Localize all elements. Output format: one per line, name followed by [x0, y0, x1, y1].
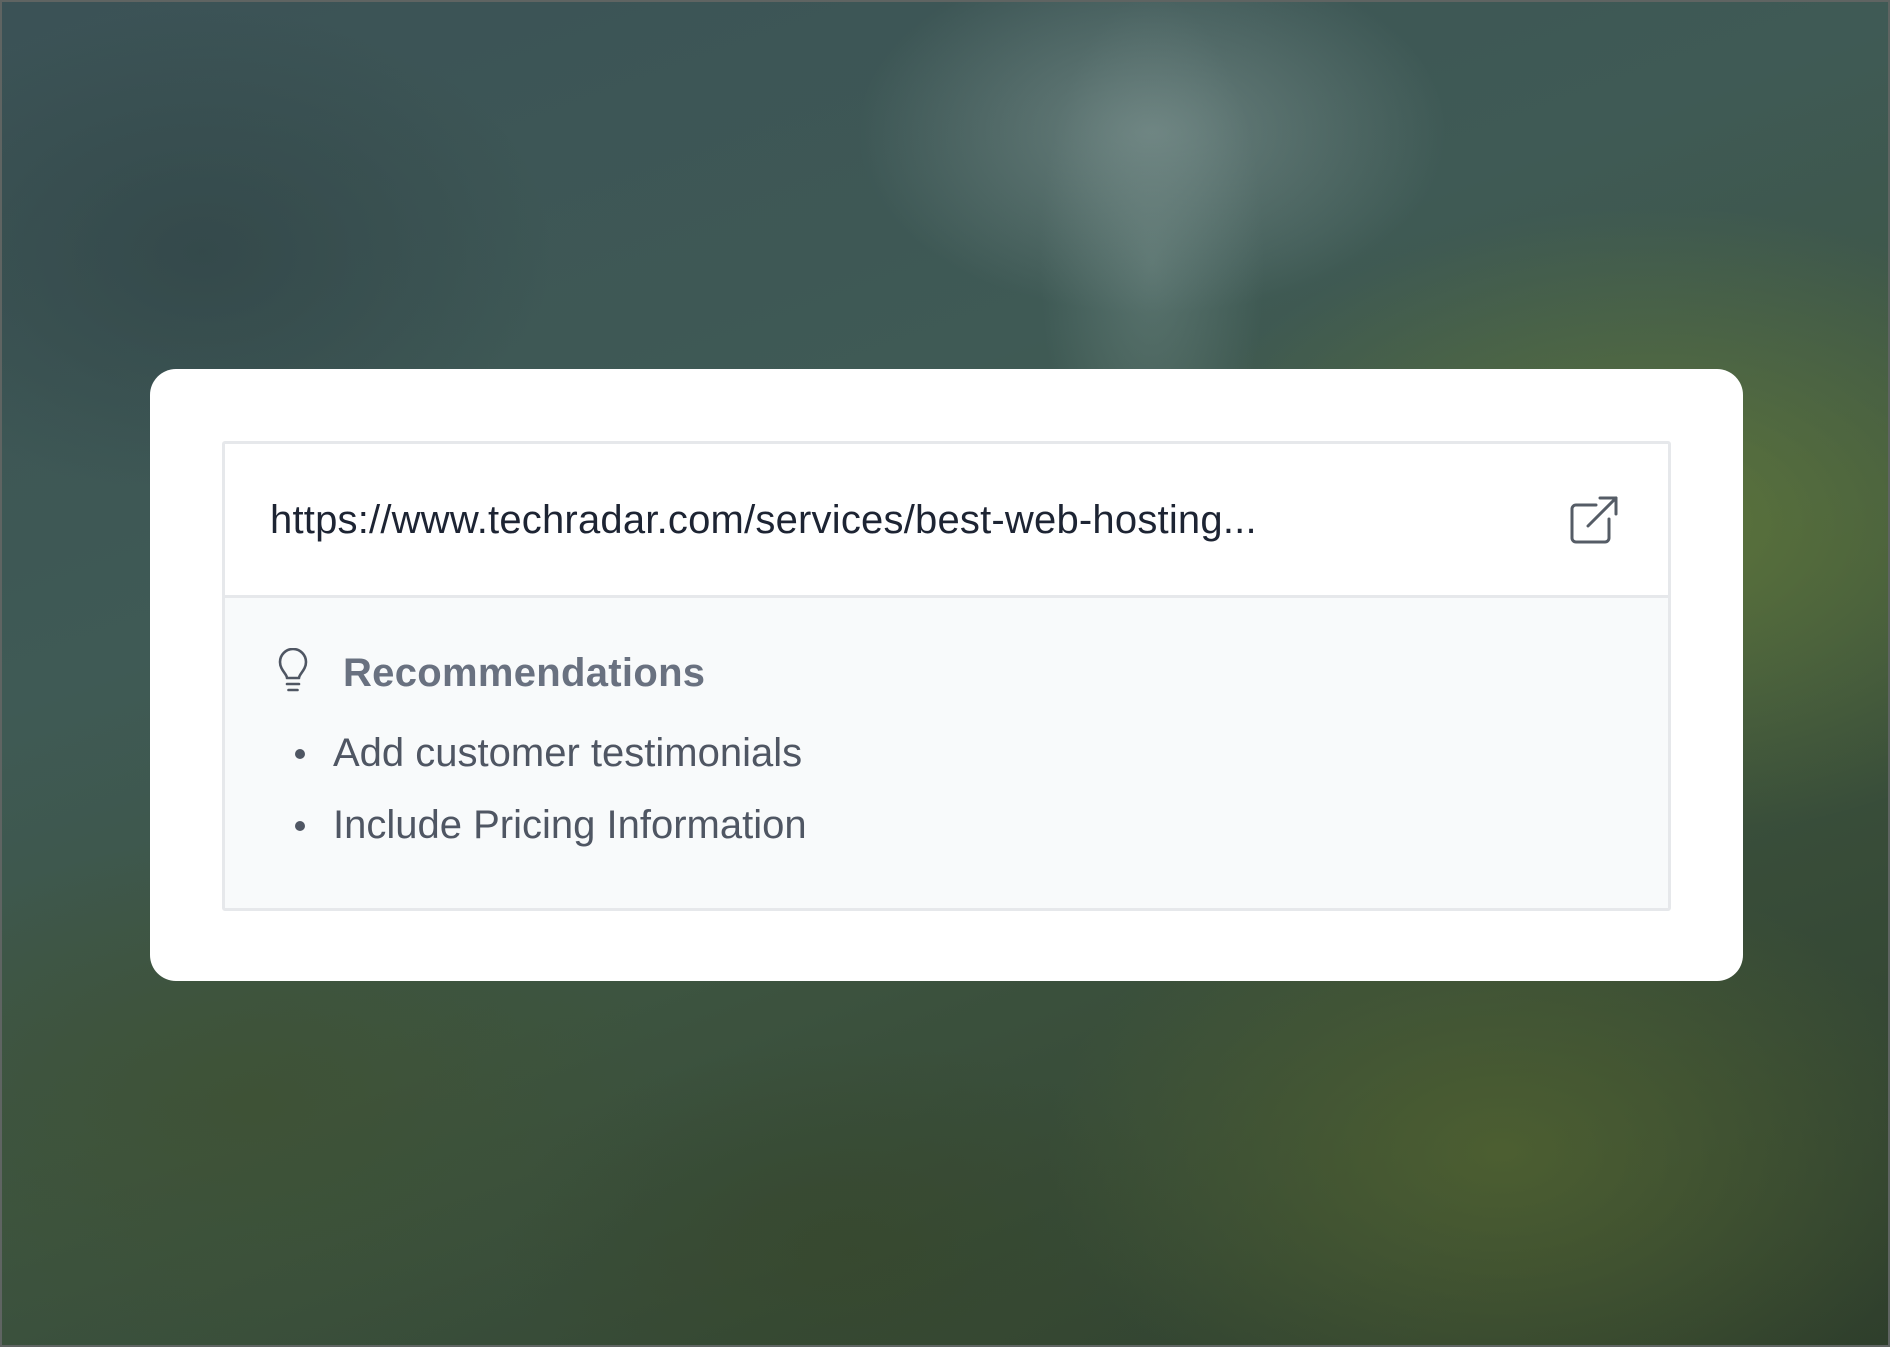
bullet-icon — [295, 821, 305, 831]
recommendations-panel: Recommendations Add customer testimonial… — [225, 598, 1668, 908]
card-content-box: https://www.techradar.com/services/best-… — [222, 441, 1671, 911]
recommendations-heading: Recommendations — [343, 651, 706, 695]
lightbulb-icon — [278, 648, 308, 692]
url-row: https://www.techradar.com/services/best-… — [225, 444, 1668, 598]
recommendations-list: Add customer testimonials Include Pricin… — [293, 729, 807, 873]
recommendation-item: Include Pricing Information — [293, 801, 807, 873]
recommendation-text: Include Pricing Information — [333, 803, 807, 847]
recommendation-card: https://www.techradar.com/services/best-… — [150, 369, 1743, 981]
external-link-icon[interactable] — [1568, 494, 1620, 546]
recommendation-item: Add customer testimonials — [293, 729, 807, 801]
bullet-icon — [295, 749, 305, 759]
page-url-link[interactable]: https://www.techradar.com/services/best-… — [270, 496, 1257, 544]
recommendation-text: Add customer testimonials — [333, 731, 803, 775]
